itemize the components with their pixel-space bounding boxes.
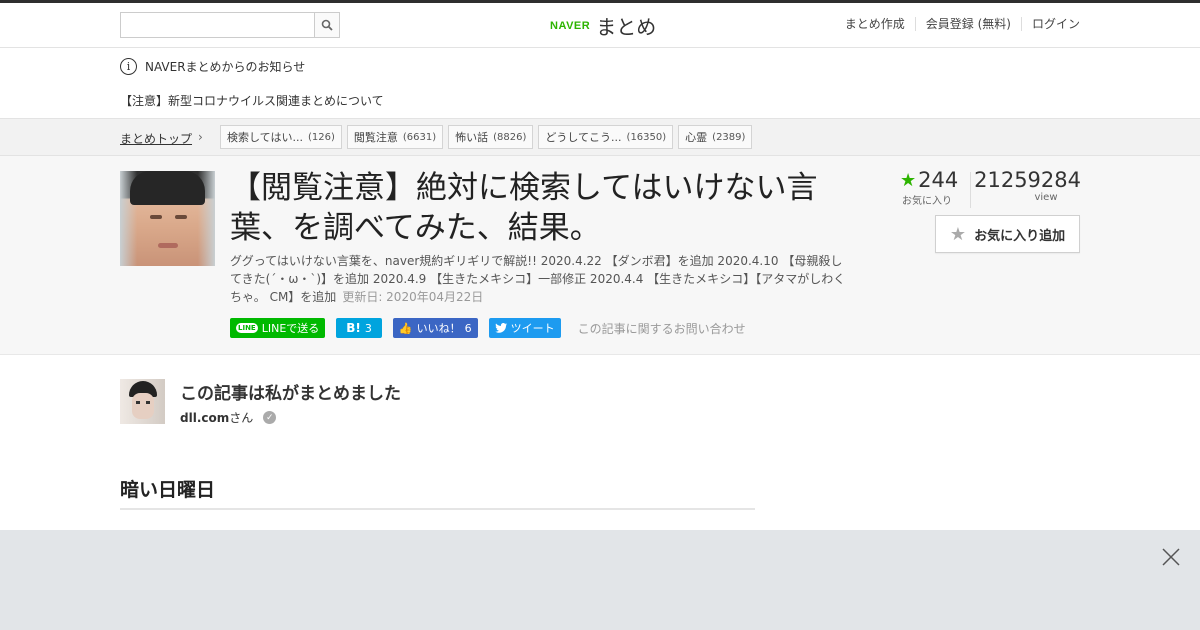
star-outline-icon: ★ [949, 223, 967, 245]
views-count: 21259284 [974, 168, 1081, 192]
article-header: 【閲覧注意】絶対に検索してはいけない言葉、を調べてみた、結果。 ググってはいけな… [0, 156, 1200, 355]
tag-label: 心霊 [685, 131, 708, 144]
site-logo[interactable]: NAVER まとめ [550, 11, 656, 40]
add-favorite-button[interactable]: ★ お気に入り追加 [935, 215, 1080, 253]
tag-count: (16350) [626, 131, 667, 143]
nav-register[interactable]: 会員登録 (無料) [914, 17, 1021, 31]
tag-item[interactable]: どうしてこう... (16350) [538, 125, 674, 149]
verified-check-icon: ✓ [263, 411, 277, 424]
info-icon: i [120, 58, 137, 75]
tag-item[interactable]: 怖い話 (8826) [448, 125, 534, 149]
hatena-icon: B! [346, 321, 361, 335]
add-favorite-label: お気に入り追加 [974, 228, 1066, 244]
logo-text: まとめ [596, 15, 657, 39]
fb-like-count: 6 [464, 321, 472, 335]
nav-login[interactable]: ログイン [1020, 17, 1080, 31]
logo-brand: NAVER [550, 19, 591, 32]
tag-item[interactable]: 閲覧注意 (6631) [346, 125, 444, 149]
line-icon: LINE [236, 323, 258, 333]
thumbs-up-icon: 👍 [398, 321, 413, 335]
author-heading: この記事は私がまとめました [180, 384, 401, 404]
tweet-label: ツイート [510, 322, 555, 335]
tag-list: 検索してはい... (126) 閲覧注意 (6631) 怖い話 (8826) どうして… [220, 125, 753, 149]
avatar[interactable] [120, 379, 165, 424]
close-icon[interactable] [1162, 548, 1180, 566]
author-suffix: さん [229, 411, 254, 425]
hatena-count: 3 [364, 321, 372, 335]
tweet-button[interactable]: ツイート [488, 318, 561, 338]
tag-label: 怖い話 [455, 131, 489, 144]
notice-header: i NAVERまとめからのお知らせ [120, 58, 305, 75]
fb-like-label: いいね！ [416, 322, 461, 335]
star-icon: ★ [900, 169, 917, 191]
line-share-button[interactable]: LINE LINEで送る [230, 318, 326, 338]
favorites-stat: ★ 244 お気に入り [900, 168, 970, 208]
tag-label: どうしてこう... [545, 131, 622, 144]
avatar-face [132, 393, 154, 419]
tag-count: (2389) [712, 131, 746, 143]
share-bar: LINE LINEで送る B! 3 👍 いいね！ 6 ツイート この記事に関する… [230, 318, 746, 338]
tag-label: 検索してはい... [227, 131, 303, 144]
thumbnail-beanie [130, 171, 205, 205]
article-description: ググってはいけない言葉を、naver規約ギリギリで解説!! 2020.4.22 … [230, 252, 850, 306]
thumbnail-mouth [158, 243, 178, 248]
updated-date: 更新日: 2020年04月22日 [342, 290, 484, 304]
favorites-label: お気に入り [902, 196, 952, 207]
article-title: 【閲覧注意】絶対に検索してはいけない言葉、を調べてみた、結果。 [230, 170, 818, 246]
search-icon [321, 19, 333, 31]
avatar-eyes [136, 401, 150, 404]
header-nav: まとめ作成 会員登録 (無料) ログイン [835, 17, 1080, 31]
breadcrumb: まとめトップ › 検索してはい... (126) 閲覧注意 (6631) 怖い話 (8… [0, 118, 1200, 156]
twitter-bird-icon [495, 323, 507, 333]
description-text: ググってはいけない言葉を、naver規約ギリギリで解説!! 2020.4.22 … [230, 254, 846, 304]
tag-label: 閲覧注意 [353, 131, 398, 144]
article-thumbnail [120, 171, 215, 266]
ad-overlay [0, 530, 1200, 630]
tag-count: (126) [307, 131, 335, 143]
favorites-count: 244 [918, 168, 959, 192]
notice-link[interactable]: 【注意】新型コロナウイルス関連まとめについて [120, 92, 384, 109]
author-section: この記事は私がまとめました dll.comさん ✓ [0, 355, 1200, 475]
notice-area: i NAVERまとめからのお知らせ 【注意】新型コロナウイルス関連まとめについて [0, 48, 1200, 118]
tag-item[interactable]: 検索してはい... (126) [220, 125, 342, 149]
notice-title: NAVERまとめからのお知らせ [145, 60, 306, 74]
tag-item[interactable]: 心霊 (2389) [678, 125, 753, 149]
views-stat: 21259284 view [971, 168, 1081, 208]
article-stats: ★ 244 お気に入り 21259284 view [900, 168, 1081, 208]
facebook-like-button[interactable]: 👍 いいね！ 6 [392, 318, 478, 338]
author-name-row: dll.comさん ✓ [180, 409, 277, 426]
line-share-label: LINEで送る [261, 322, 320, 335]
chevron-right-icon: › [198, 130, 203, 144]
breadcrumb-top-link[interactable]: まとめトップ [120, 130, 192, 147]
thumbnail-eye [175, 215, 187, 219]
nav-create-matome[interactable]: まとめ作成 [835, 17, 915, 31]
section-heading: 暗い日曜日 [120, 475, 755, 510]
tag-count: (8826) [493, 131, 527, 143]
author-name[interactable]: dll.com [180, 411, 229, 425]
search-button[interactable] [314, 13, 339, 37]
search-input[interactable] [121, 13, 314, 37]
site-header: NAVER まとめ まとめ作成 会員登録 (無料) ログイン [0, 3, 1200, 48]
contact-link[interactable]: この記事に関するお問い合わせ [578, 320, 746, 337]
hatena-bookmark-button[interactable]: B! 3 [336, 318, 382, 338]
tag-count: (6631) [402, 131, 437, 143]
search-box [120, 12, 340, 38]
views-label: view [1034, 192, 1058, 203]
thumbnail-eye [150, 215, 162, 219]
